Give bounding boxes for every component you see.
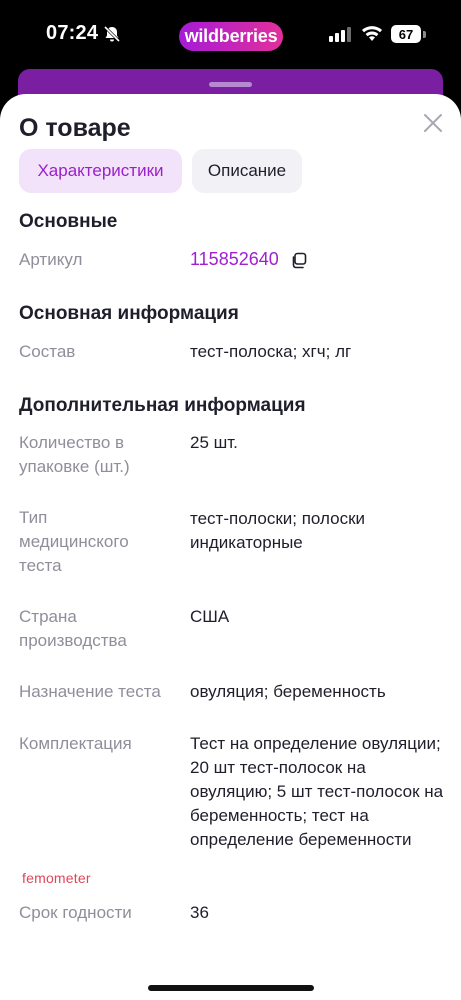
section-title-basic: Основные	[19, 211, 118, 232]
sku-value[interactable]: 115852640	[190, 247, 279, 271]
row-label-sku: Артикул	[19, 250, 83, 269]
tab-description[interactable]: Описание	[192, 149, 302, 193]
copy-icon[interactable]	[290, 252, 307, 274]
row-value-shelf-life: 36	[190, 903, 209, 922]
bell-muted-icon	[103, 25, 121, 48]
section-title-additional-info: Дополнительная информация	[19, 395, 306, 416]
sheet-grabber[interactable]	[209, 82, 252, 87]
row-value-quantity: 25 шт.	[190, 433, 238, 452]
row-value-country: США	[190, 607, 230, 626]
cellular-signal-icon	[329, 26, 351, 47]
row-label-quantity: Количество в упаковке (шт.)	[19, 433, 130, 476]
row-label-package-contents: Комплектация	[19, 734, 132, 753]
row-label-country: Страна производства	[19, 607, 127, 650]
row-label-purpose: Назначение теста	[19, 682, 161, 701]
brand-logo: femometer	[22, 870, 91, 886]
battery-indicator: 67	[391, 25, 421, 43]
sheet-title: О товаре	[19, 114, 131, 142]
status-bar: 07:24 wildberries 67	[0, 0, 461, 70]
row-value-test-type: тест-полоски; полоски индикаторные	[190, 509, 366, 552]
row-label-composition: Состав	[19, 342, 76, 361]
row-value-composition: тест-полоска; хгч; лг	[190, 342, 352, 361]
row-label-shelf-life: Срок годности	[19, 903, 132, 922]
battery-tip	[423, 31, 426, 38]
row-value-package-contents: Тест на определение овуляции; 20 шт тест…	[190, 734, 444, 849]
wifi-icon	[361, 24, 383, 47]
row-value-purpose: овуляция; беременность	[190, 682, 386, 701]
status-time: 07:24	[46, 22, 99, 44]
close-icon[interactable]	[420, 110, 446, 136]
app-pill: wildberries	[179, 22, 283, 51]
tab-characteristics[interactable]: Характеристики	[19, 149, 182, 193]
home-indicator	[148, 985, 314, 991]
product-info-sheet: О товаре Характеристики Описание Основны…	[0, 94, 461, 1000]
row-label-test-type: Тип медицинского теста	[19, 508, 129, 575]
section-title-main-info: Основная информация	[19, 303, 239, 324]
